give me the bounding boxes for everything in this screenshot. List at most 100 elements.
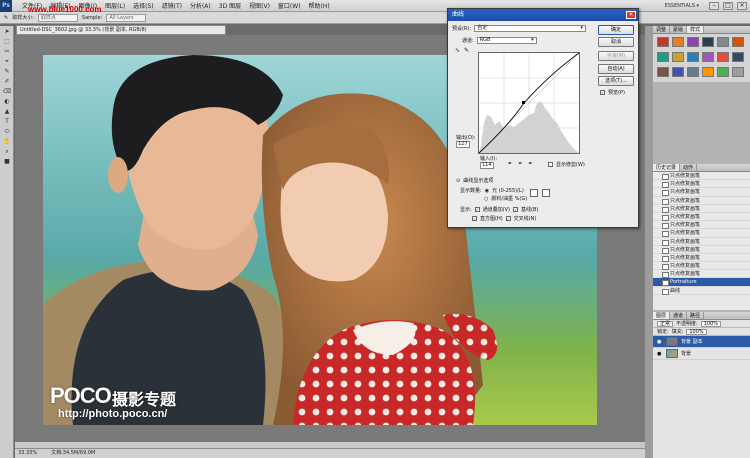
style-swatch[interactable] — [687, 52, 699, 62]
layer-row[interactable]: ● 背景 — [653, 348, 750, 360]
menu-view[interactable]: 视图(V) — [245, 1, 274, 10]
eye-icon[interactable]: ● — [657, 351, 663, 357]
style-swatch[interactable] — [732, 37, 744, 47]
hand-tool-icon[interactable]: ✋ — [2, 137, 12, 146]
dodge-tool-icon[interactable]: ◐ — [2, 97, 12, 106]
zoom-level[interactable]: 33.33% — [18, 449, 37, 458]
history-item[interactable]: 曲线 — [653, 287, 750, 295]
eraser-tool-icon[interactable]: ⌫ — [2, 87, 12, 96]
pen-tool-icon[interactable]: ▲ — [2, 107, 12, 116]
style-swatch[interactable] — [672, 67, 684, 77]
history-item[interactable]: 只点修复画笔 — [653, 197, 750, 205]
history-item[interactable]: 只点修复画笔 — [653, 221, 750, 230]
grid-simple-icon[interactable] — [530, 189, 538, 197]
input-field[interactable]: 114 — [480, 162, 494, 169]
history-item[interactable]: Portraiture — [653, 278, 750, 287]
baseline-checkbox[interactable]: ✓ — [513, 207, 519, 212]
style-swatch[interactable] — [672, 37, 684, 47]
history-item[interactable]: 只点修复画笔 — [653, 262, 750, 271]
eye-icon[interactable]: ● — [657, 339, 663, 345]
output-field[interactable]: 127 — [456, 141, 470, 148]
menu-window[interactable]: 窗口(W) — [274, 1, 305, 10]
curves-graph[interactable] — [478, 52, 580, 154]
style-swatch[interactable] — [732, 52, 744, 62]
history-item[interactable]: 只点修复画笔 — [653, 188, 750, 197]
history-item[interactable]: 只点修复画笔 — [653, 270, 750, 279]
cancel-button[interactable]: 取消 — [598, 37, 634, 47]
menu-select[interactable]: 选择(S) — [129, 1, 158, 10]
channel-select[interactable]: RGB ▾ — [476, 37, 537, 44]
menu-3d[interactable]: 3D 图层 — [215, 1, 245, 10]
tab-styles[interactable]: 样式 — [687, 26, 705, 33]
clone-tool-icon[interactable]: ✐ — [2, 77, 12, 86]
curve-point-tool-icon[interactable]: ∿ — [455, 47, 460, 54]
style-swatch[interactable] — [702, 37, 714, 47]
sample-select[interactable]: All Layers — [106, 13, 147, 22]
white-eyedropper-icon[interactable]: ✒ — [528, 161, 532, 167]
workspace-switcher[interactable]: ESSENTIALS ▾ — [665, 3, 705, 9]
style-swatch[interactable] — [687, 67, 699, 77]
history-item[interactable]: 只点修复画笔 — [653, 229, 750, 238]
brush-tool-icon[interactable]: ✎ — [2, 67, 12, 76]
tab-history[interactable]: 历史记录 — [653, 164, 681, 171]
history-item[interactable]: 只点修复画笔 — [653, 205, 750, 213]
style-swatch[interactable] — [702, 67, 714, 77]
gray-eyedropper-icon[interactable]: ✒ — [518, 161, 522, 167]
history-item[interactable]: 只点修复画笔 — [653, 172, 750, 181]
dialog-close-button[interactable]: × — [626, 11, 636, 19]
history-item[interactable]: 只点修复画笔 — [653, 254, 750, 263]
minimize-button[interactable]: – — [709, 1, 719, 10]
marquee-tool-icon[interactable]: ⬚ — [2, 37, 12, 46]
expand-chevron-icon[interactable]: ⊙ — [456, 178, 460, 184]
style-swatch[interactable] — [717, 67, 729, 77]
color-swatch-icon[interactable]: ■ — [2, 157, 12, 166]
histogram-checkbox[interactable]: ✓ — [472, 216, 477, 221]
show-clipping-checkbox[interactable] — [548, 162, 553, 167]
display-options-row[interactable]: ⊙ 曲线显示选项 — [456, 177, 493, 185]
preview-checkbox[interactable]: ✓ — [600, 90, 605, 95]
options-button[interactable]: 选项(T)... — [598, 76, 634, 86]
history-item[interactable]: 只点修复画笔 — [653, 180, 750, 189]
preset-select[interactable]: 自定 ▾ — [474, 25, 587, 32]
tab-paths[interactable]: 路径 — [687, 312, 705, 319]
smooth-button[interactable]: 平滑(M) — [598, 51, 634, 61]
style-swatch[interactable] — [702, 52, 714, 62]
dialog-title-bar[interactable]: 曲线 × — [448, 9, 638, 21]
style-swatch[interactable] — [657, 52, 669, 62]
menu-analysis[interactable]: 分析(A) — [186, 1, 215, 10]
close-button[interactable]: × — [737, 1, 747, 10]
intersection-checkbox[interactable]: ✓ — [505, 216, 511, 221]
opacity-field[interactable]: 100% — [700, 320, 721, 327]
black-eyedropper-icon[interactable]: ✒ — [508, 161, 512, 167]
sample-size-select[interactable]: 取样点 — [37, 13, 78, 22]
crop-tool-icon[interactable]: ✂ — [2, 47, 12, 56]
ok-button[interactable]: 确定 — [598, 25, 634, 35]
style-swatch[interactable] — [717, 37, 729, 47]
tab-actions[interactable]: 动作 — [680, 164, 698, 171]
history-item[interactable]: 只点修复画笔 — [653, 246, 750, 254]
grid-detailed-icon[interactable] — [542, 189, 550, 197]
menu-filter[interactable]: 滤镜(T) — [158, 1, 186, 10]
pencil-tool-icon[interactable]: ✎ — [464, 47, 469, 54]
zoom-tool-icon[interactable]: ⌕ — [2, 147, 12, 156]
document-tab[interactable]: Untitled-DSC_3602.jpg @ 33.3% (背景 副本, RG… — [16, 25, 226, 35]
style-swatch[interactable] — [732, 67, 744, 77]
layer-row[interactable]: ● 背景 副本 — [653, 336, 750, 348]
eyedropper-icon[interactable]: ✎ — [4, 15, 8, 21]
tab-layers[interactable]: 图层 — [653, 312, 671, 319]
style-swatch[interactable] — [672, 52, 684, 62]
style-swatch[interactable] — [657, 37, 669, 47]
auto-button[interactable]: 自动(A) — [598, 64, 634, 74]
tab-masks[interactable]: 蒙版 — [670, 26, 688, 33]
style-swatch[interactable] — [657, 67, 669, 77]
pigment-radio[interactable]: ○ — [484, 196, 488, 202]
history-item[interactable]: 只点修复画笔 — [653, 238, 750, 246]
eyedropper-tool-icon[interactable]: ⌖ — [2, 57, 12, 66]
move-tool-icon[interactable]: ➤ — [2, 27, 12, 36]
style-swatch[interactable] — [717, 52, 729, 62]
shape-tool-icon[interactable]: ⬭ — [2, 127, 12, 136]
type-tool-icon[interactable]: T — [2, 117, 12, 126]
menu-layer[interactable]: 图层(L) — [101, 1, 129, 10]
channel-overlays-checkbox[interactable]: ✓ — [474, 207, 480, 212]
style-swatch[interactable] — [687, 37, 699, 47]
